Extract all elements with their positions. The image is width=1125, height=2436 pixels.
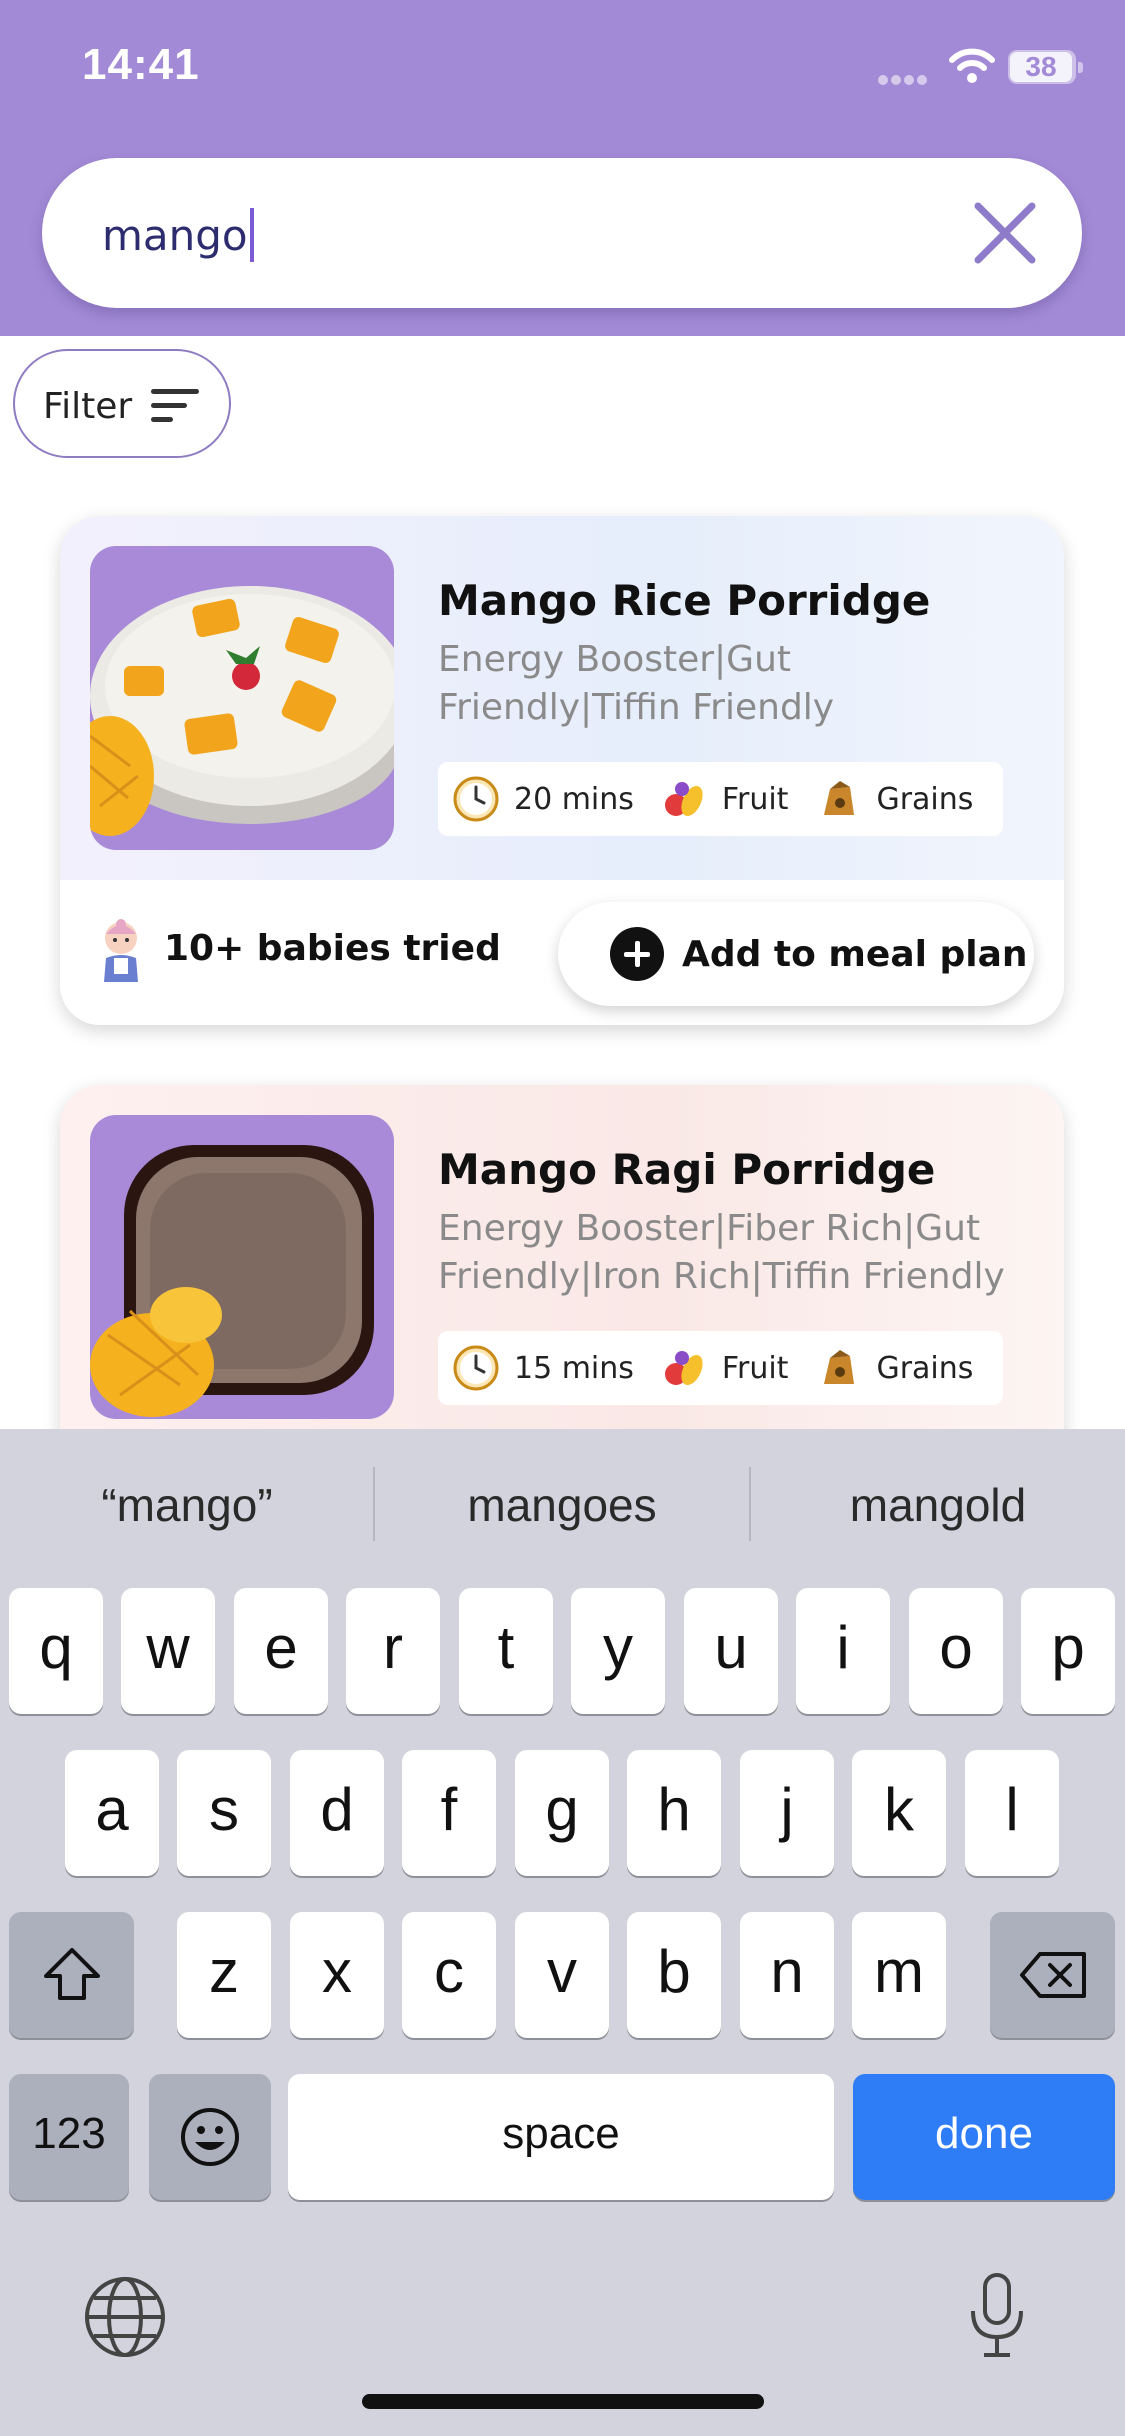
meta-grains-label: Grains xyxy=(876,781,974,817)
clock-icon xyxy=(453,1345,499,1391)
search-bar[interactable]: mango xyxy=(42,158,1082,308)
key-h[interactable]: h xyxy=(627,1750,721,1876)
status-time: 14:41 xyxy=(82,40,200,89)
grains-icon xyxy=(824,781,855,815)
key-u[interactable]: u xyxy=(684,1588,778,1714)
space-key[interactable]: space xyxy=(288,2074,834,2200)
key-g[interactable]: g xyxy=(515,1750,609,1876)
clock-icon xyxy=(453,776,499,822)
key-z[interactable]: z xyxy=(177,1912,271,2038)
key-c[interactable]: c xyxy=(402,1912,496,2038)
meta-time: 15 mins xyxy=(452,1344,634,1392)
recipe-image xyxy=(90,546,394,850)
meta-fruit: Fruit xyxy=(660,1344,789,1392)
meta-fruit: Fruit xyxy=(660,775,789,823)
shift-key[interactable] xyxy=(9,1912,134,2038)
add-to-meal-plan-label: Add to meal plan xyxy=(682,934,1028,975)
backspace-icon xyxy=(1019,1952,1086,1998)
recipe-card[interactable]: Mango Rice Porridge Energy Booster|Gut F… xyxy=(60,516,1064,1025)
sort-lines-icon xyxy=(151,387,201,423)
key-y[interactable]: y xyxy=(571,1588,665,1714)
done-key[interactable]: done xyxy=(853,2074,1115,2200)
baby-icon xyxy=(104,919,138,982)
key-d[interactable]: d xyxy=(290,1750,384,1876)
meta-grains-label: Grains xyxy=(876,1350,974,1386)
key-q[interactable]: q xyxy=(9,1588,103,1714)
wifi-icon xyxy=(949,48,995,83)
fruit-icon xyxy=(664,782,703,816)
shift-icon xyxy=(43,1948,100,2000)
microphone-icon[interactable] xyxy=(966,2271,1028,2361)
grains-icon xyxy=(824,1350,855,1384)
recipe-title: Mango Rice Porridge xyxy=(438,576,931,625)
signal-icon xyxy=(878,70,934,85)
suggestion-3[interactable]: mangold xyxy=(751,1429,1125,1579)
key-i[interactable]: i xyxy=(796,1588,890,1714)
meta-grains: Grains xyxy=(814,1344,973,1392)
recipe-title: Mango Ragi Porridge xyxy=(438,1145,936,1194)
key-w[interactable]: w xyxy=(121,1588,215,1714)
key-k[interactable]: k xyxy=(852,1750,946,1876)
key-f[interactable]: f xyxy=(402,1750,496,1876)
key-a[interactable]: a xyxy=(65,1750,159,1876)
key-j[interactable]: j xyxy=(740,1750,834,1876)
recipe-tags: Energy Booster|Fiber Rich|Gut Friendly|I… xyxy=(438,1208,1005,1297)
battery-icon: 38 xyxy=(1008,50,1083,84)
battery-level: 38 xyxy=(1010,52,1072,82)
text-caret xyxy=(249,208,254,262)
meta-fruit-label: Fruit xyxy=(721,1350,789,1386)
key-b[interactable]: b xyxy=(627,1912,721,2038)
key-m[interactable]: m xyxy=(852,1912,946,2038)
add-to-meal-plan-button[interactable]: Add to meal plan xyxy=(558,902,1034,1006)
recipe-tags: Energy Booster|Gut Friendly|Tiffin Frien… xyxy=(438,639,835,728)
filter-label: Filter xyxy=(43,386,133,427)
babies-tried: 10+ babies tried xyxy=(164,928,501,969)
globe-icon[interactable] xyxy=(82,2274,168,2360)
filter-button[interactable]: Filter xyxy=(13,349,231,458)
home-indicator[interactable] xyxy=(362,2394,764,2409)
key-n[interactable]: n xyxy=(740,1912,834,2038)
key-o[interactable]: o xyxy=(909,1588,1003,1714)
fruit-icon xyxy=(664,1351,703,1385)
key-l[interactable]: l xyxy=(965,1750,1059,1876)
key-x[interactable]: x xyxy=(290,1912,384,2038)
plus-circle-icon xyxy=(610,927,664,981)
meta-time: 20 mins xyxy=(452,775,634,823)
key-s[interactable]: s xyxy=(177,1750,271,1876)
suggestion-2[interactable]: mangoes xyxy=(375,1429,749,1579)
app-header: 14:41 38 mango xyxy=(0,0,1125,336)
emoji-icon xyxy=(181,2108,239,2166)
recipe-meta: 15 mins Fruit Grains xyxy=(438,1331,1004,1405)
key-t[interactable]: t xyxy=(459,1588,553,1714)
clear-search-icon[interactable] xyxy=(972,200,1038,266)
search-input-text: mango xyxy=(102,211,248,260)
meta-grains: Grains xyxy=(814,775,973,823)
key-p[interactable]: p xyxy=(1021,1588,1115,1714)
key-r[interactable]: r xyxy=(346,1588,440,1714)
recipe-image xyxy=(90,1115,394,1419)
meta-fruit-label: Fruit xyxy=(721,781,789,817)
emoji-key[interactable] xyxy=(149,2074,271,2200)
key-v[interactable]: v xyxy=(515,1912,609,2038)
keyboard: “mango” mangoes mangold q w e r t y u i … xyxy=(0,1429,1125,2436)
meta-time-label: 15 mins xyxy=(514,1350,634,1386)
key-e[interactable]: e xyxy=(234,1588,328,1714)
backspace-key[interactable] xyxy=(990,1912,1115,2038)
recipe-meta: 20 mins Fruit Grains xyxy=(438,762,1004,836)
meta-time-label: 20 mins xyxy=(514,781,634,817)
search-input[interactable]: mango xyxy=(102,208,254,262)
numbers-key[interactable]: 123 xyxy=(9,2074,129,2200)
suggestion-1[interactable]: “mango” xyxy=(0,1429,374,1579)
